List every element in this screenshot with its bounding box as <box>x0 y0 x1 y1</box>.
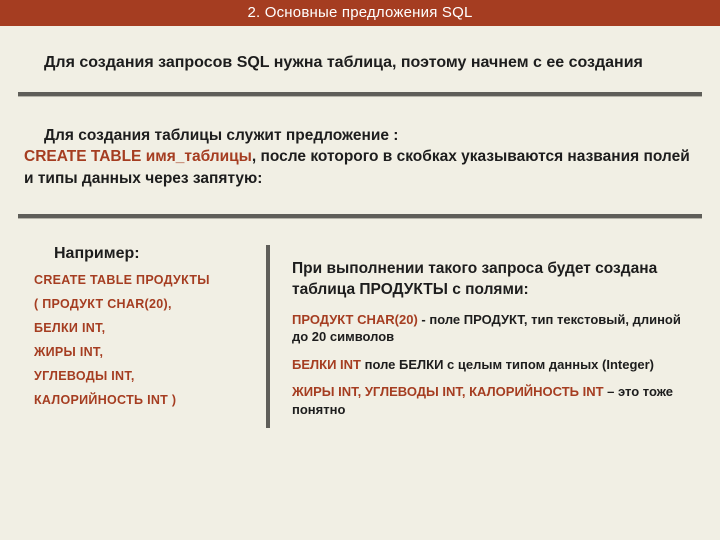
para2: Для создания таблицы служит предложение … <box>24 125 696 190</box>
field-txt-1: поле БЕЛКИ с целым типом данных (Integer… <box>365 357 654 372</box>
para2-lead: Для создания таблицы служит предложение … <box>44 127 398 144</box>
sql-line-1: ( ПРОДУКТ CHAR(20), <box>34 297 244 311</box>
example-column: Например: CREATE TABLE ПРОДУКТЫ ( ПРОДУК… <box>34 245 244 429</box>
field-kw-1: БЕЛКИ INT <box>292 357 361 372</box>
divider-2 <box>18 214 702 219</box>
sql-line-5: КАЛОРИЙНОСТЬ INT ) <box>34 393 244 407</box>
field-kw-2: ЖИРЫ INT, УГЛЕВОДЫ INT, КАЛОРИЙНОСТЬ INT <box>292 384 604 399</box>
field-sep-0: - <box>418 312 430 327</box>
intro-text-content: Для создания запросов SQL нужна таблица,… <box>44 54 643 71</box>
column-separator <box>266 245 270 429</box>
field-desc-2: ЖИРЫ INT, УГЛЕВОДЫ INT, КАЛОРИЙНОСТЬ INT… <box>292 383 696 418</box>
sql-line-2: БЕЛКИ INT, <box>34 321 244 335</box>
intro-text: Для создания запросов SQL нужна таблица,… <box>24 52 696 74</box>
slide-header: 2. Основные предложения SQL <box>0 0 720 26</box>
sql-line-0: CREATE TABLE ПРОДУКТЫ <box>34 273 244 287</box>
slide-title: 2. Основные предложения SQL <box>247 4 472 21</box>
explanation-column: При выполнении такого запроса будет созд… <box>292 245 696 429</box>
example-title: Например: <box>54 245 244 263</box>
field-sep-2: – <box>604 384 618 399</box>
field-kw-0: ПРОДУКТ CHAR(20) <box>292 312 418 327</box>
intro-block: Для создания запросов SQL нужна таблица,… <box>0 26 720 92</box>
para2-cmd: CREATE TABLE имя_таблицы <box>24 148 252 165</box>
sql-line-4: УГЛЕВОДЫ INT, <box>34 369 244 383</box>
field-desc-1: БЕЛКИ INT поле БЕЛКИ с целым типом данны… <box>292 356 696 374</box>
sql-line-3: ЖИРЫ INT, <box>34 345 244 359</box>
right-intro: При выполнении такого запроса будет созд… <box>292 259 696 301</box>
divider-2-wrap <box>0 214 720 219</box>
para2-block: Для создания таблицы служит предложение … <box>0 97 720 214</box>
field-desc-0: ПРОДУКТ CHAR(20) - поле ПРОДУКТ, тип тек… <box>292 311 696 346</box>
columns: Например: CREATE TABLE ПРОДУКТЫ ( ПРОДУК… <box>0 245 720 429</box>
